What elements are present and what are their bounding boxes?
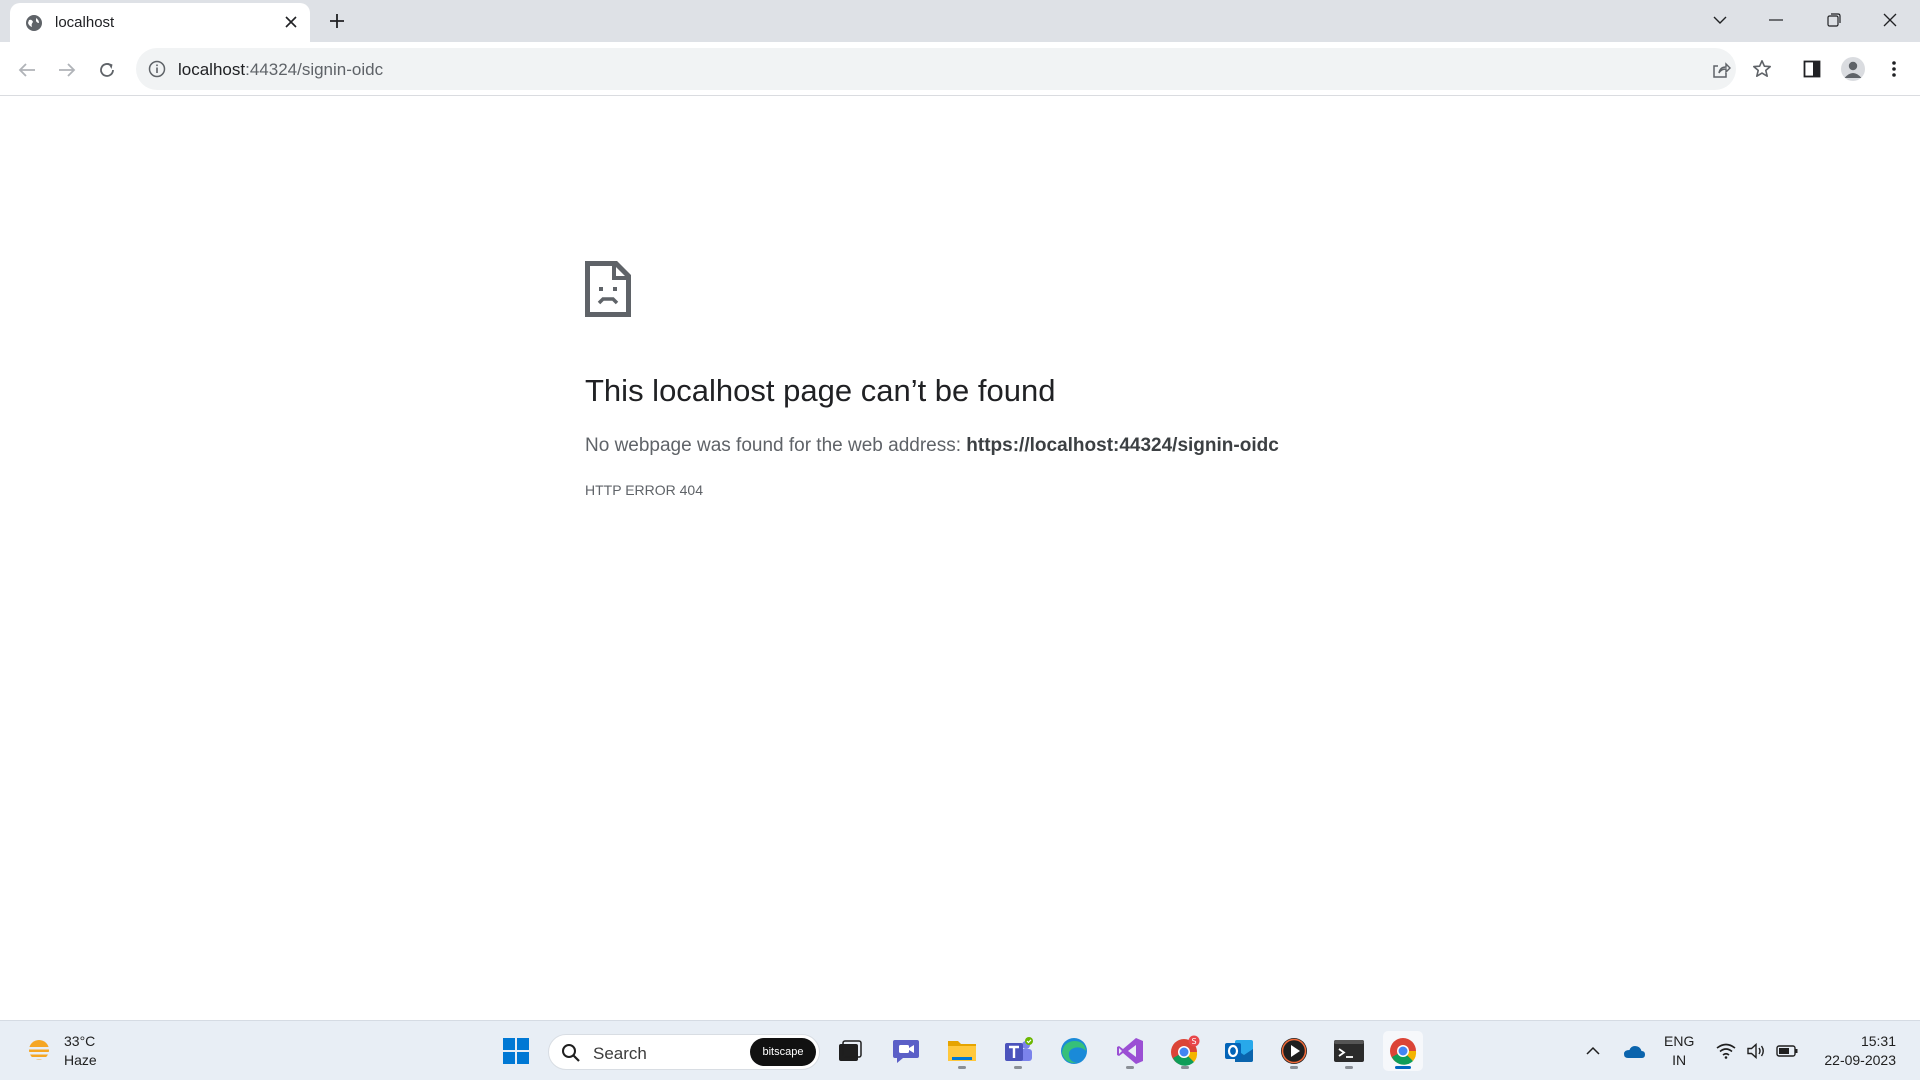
edge-icon <box>1061 1038 1087 1064</box>
running-indicator <box>1014 1066 1022 1069</box>
search-label: Search <box>593 1044 647 1063</box>
haze-weather-icon[interactable] <box>24 1037 54 1067</box>
running-indicator <box>1181 1066 1189 1069</box>
task-view-button[interactable] <box>830 1031 870 1071</box>
avatar <box>1841 57 1865 81</box>
error-code: HTTP ERROR 404 <box>585 482 703 498</box>
side-panel-icon[interactable] <box>1798 55 1826 83</box>
clock-date: 22-09-2023 <box>1824 1052 1896 1068</box>
teams-icon <box>1005 1037 1033 1061</box>
browser-toolbar: localhost:44324/signin-oidc <box>0 42 1920 96</box>
running-indicator <box>1290 1066 1298 1069</box>
tab-search-icon[interactable] <box>1692 0 1748 40</box>
media-player-icon <box>1281 1038 1307 1064</box>
address-bar[interactable]: localhost:44324/signin-oidc <box>136 48 1736 90</box>
onedrive-icon[interactable] <box>1620 1037 1648 1065</box>
page-content: This localhost page can’t be found No we… <box>0 97 1920 1020</box>
tab-strip: localhost <box>0 0 1920 42</box>
volume-icon[interactable] <box>1744 1037 1768 1065</box>
running-indicator <box>1345 1066 1353 1069</box>
taskbar-app-chrome-profile[interactable]: S <box>1165 1031 1205 1071</box>
error-heading: This localhost page can’t be found <box>585 373 1056 408</box>
error-url: https://localhost:44324/signin-oidc <box>966 435 1279 456</box>
folder-icon <box>948 1041 976 1061</box>
taskbar-app-file-explorer[interactable] <box>942 1031 982 1071</box>
forward-icon[interactable] <box>53 56 81 84</box>
windows-logo-icon <box>503 1038 529 1064</box>
terminal-icon <box>1334 1040 1364 1062</box>
site-info-icon[interactable] <box>148 60 166 78</box>
running-indicator <box>958 1066 966 1069</box>
tab-title: localhost <box>55 14 115 31</box>
taskbar-app-meet[interactable] <box>886 1031 926 1071</box>
weather-desc: Haze <box>64 1052 97 1068</box>
restore-icon[interactable] <box>1806 0 1862 40</box>
new-tab-icon[interactable] <box>325 9 349 33</box>
active-indicator <box>1395 1066 1411 1069</box>
clock[interactable]: 15:31 22-09-2023 <box>1810 1032 1896 1070</box>
weather-temp: 33°C <box>64 1033 96 1049</box>
url-text: localhost:44324/signin-oidc <box>178 60 383 80</box>
svg-text:S: S <box>1191 1037 1196 1046</box>
browser-tab[interactable]: localhost <box>10 3 310 42</box>
url-host: localhost <box>178 60 246 79</box>
wifi-icon[interactable] <box>1714 1037 1738 1065</box>
profile-avatar[interactable] <box>1839 55 1867 83</box>
taskbar-app-teams[interactable] <box>998 1031 1038 1071</box>
battery-icon[interactable] <box>1774 1037 1800 1065</box>
error-message: No webpage was found for the web address… <box>585 435 1279 457</box>
kebab-menu-icon[interactable] <box>1880 55 1908 83</box>
chrome-icon: S <box>1171 1035 1200 1066</box>
taskbar: 33°C Haze Search bitscape S ENG IN 15:31… <box>0 1020 1920 1080</box>
language-indicator[interactable]: ENG IN <box>1664 1032 1694 1070</box>
clock-time: 15:31 <box>1860 1033 1896 1049</box>
visual-studio-icon <box>1117 1038 1143 1064</box>
url-path: :44324/signin-oidc <box>245 60 384 79</box>
globe-icon <box>26 15 42 31</box>
reload-icon[interactable] <box>93 56 121 84</box>
search-icon <box>562 1044 580 1062</box>
chrome-icon <box>1390 1038 1417 1065</box>
taskbar-app-terminal[interactable] <box>1329 1031 1369 1071</box>
taskbar-app-edge[interactable] <box>1054 1031 1094 1071</box>
close-tab-icon[interactable] <box>280 11 302 33</box>
chevron-up-icon[interactable] <box>1582 1037 1604 1065</box>
taskbar-app-chrome[interactable] <box>1383 1031 1423 1071</box>
sad-document-icon <box>585 261 631 317</box>
close-window-icon[interactable] <box>1862 0 1918 40</box>
start-button[interactable] <box>496 1031 536 1071</box>
language-code: ENG <box>1664 1033 1695 1049</box>
taskbar-app-visual-studio[interactable] <box>1110 1031 1150 1071</box>
task-view-icon <box>839 1040 862 1061</box>
search-highlight-badge: bitscape <box>750 1038 816 1066</box>
share-icon[interactable] <box>1710 59 1732 81</box>
error-message-text: No webpage was found for the web address… <box>585 435 967 456</box>
language-region: IN <box>1672 1052 1687 1068</box>
taskbar-app-media-player[interactable] <box>1274 1031 1314 1071</box>
taskbar-app-outlook[interactable] <box>1219 1031 1259 1071</box>
bookmark-star-icon[interactable] <box>1748 55 1776 83</box>
back-icon[interactable] <box>13 56 41 84</box>
running-indicator <box>1126 1066 1134 1069</box>
video-chat-icon <box>893 1040 919 1063</box>
outlook-icon <box>1225 1040 1253 1062</box>
taskbar-search[interactable]: Search bitscape <box>548 1034 820 1070</box>
minimize-icon[interactable] <box>1748 0 1804 40</box>
